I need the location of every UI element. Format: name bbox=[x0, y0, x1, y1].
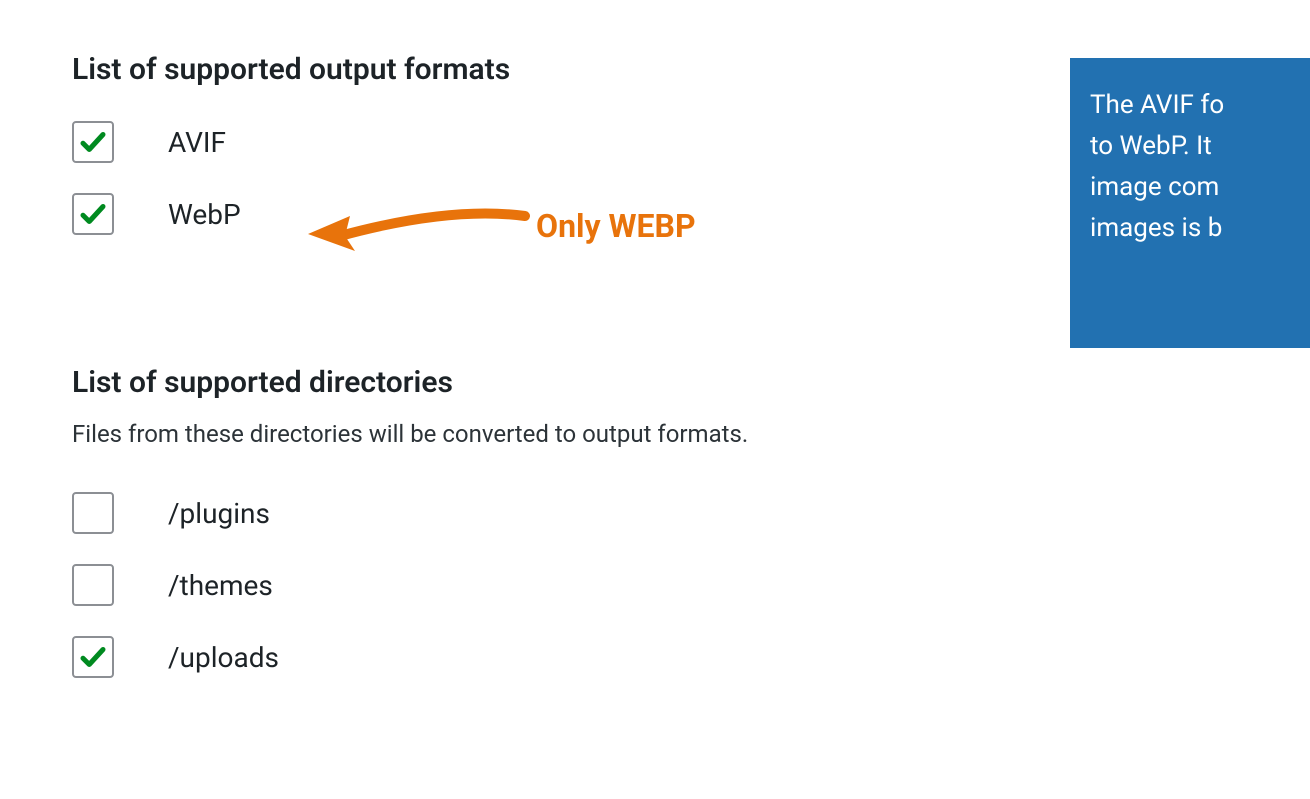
check-icon bbox=[78, 199, 108, 229]
checkbox-themes[interactable] bbox=[72, 564, 114, 606]
directory-label-uploads: /uploads bbox=[168, 641, 279, 674]
info-line: image com bbox=[1090, 168, 1290, 207]
directory-label-themes: /themes bbox=[168, 569, 273, 602]
directory-option-uploads: /uploads bbox=[72, 636, 1310, 678]
info-sidebar-box: The AVIF fo to WebP. It image com images… bbox=[1070, 58, 1310, 348]
info-line: images is b bbox=[1090, 209, 1290, 248]
checkbox-webp[interactable] bbox=[72, 193, 114, 235]
info-line: to WebP. It bbox=[1090, 127, 1290, 166]
directory-option-themes: /themes bbox=[72, 564, 1310, 606]
info-line: The AVIF fo bbox=[1090, 86, 1290, 125]
format-label-avif: AVIF bbox=[168, 126, 226, 159]
check-icon bbox=[78, 642, 108, 672]
directories-heading: List of supported directories bbox=[72, 365, 1310, 400]
checkbox-avif[interactable] bbox=[72, 121, 114, 163]
checkbox-uploads[interactable] bbox=[72, 636, 114, 678]
directories-description: Files from these directories will be con… bbox=[72, 420, 1310, 448]
checkbox-plugins[interactable] bbox=[72, 492, 114, 534]
directory-label-plugins: /plugins bbox=[168, 497, 270, 530]
directory-option-plugins: /plugins bbox=[72, 492, 1310, 534]
format-label-webp: WebP bbox=[168, 198, 241, 231]
check-icon bbox=[78, 127, 108, 157]
